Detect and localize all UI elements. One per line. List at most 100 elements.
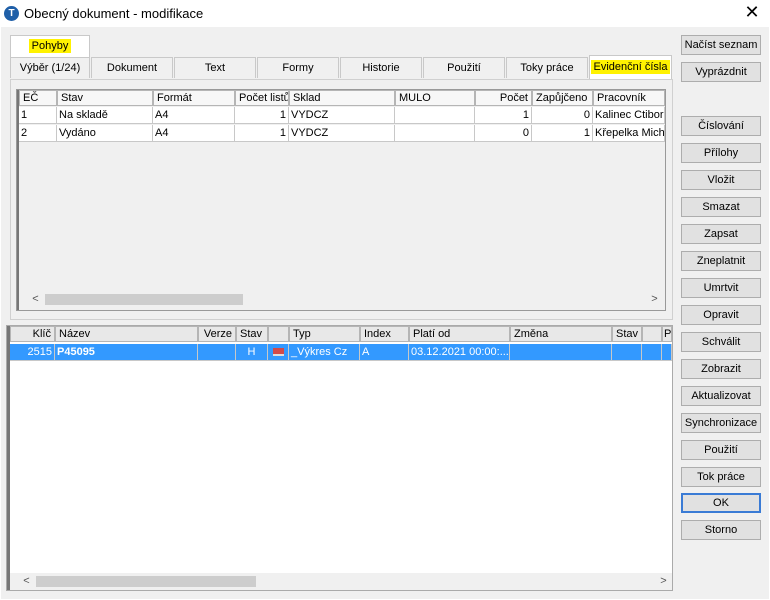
row2-format[interactable]: A4	[153, 125, 235, 142]
scroll-left-icon[interactable]: <	[27, 291, 44, 308]
upper-grid-hscrollbar[interactable]: < >	[19, 291, 665, 308]
scroll-thumb[interactable]	[45, 294, 243, 305]
lower-scroll-left-icon[interactable]: <	[18, 573, 35, 590]
zneplatnit-button[interactable]: Zneplatnit	[681, 251, 761, 271]
tab-evidencni-cisla[interactable]: Evidenční čísla	[589, 55, 672, 80]
tok-prace-button[interactable]: Tok práce	[681, 467, 761, 487]
row1-pracovnik[interactable]: Kalinec Ctibor	[593, 107, 665, 124]
prilohy-button[interactable]: Přílohy	[681, 143, 761, 163]
cislovani-button[interactable]: Číslování	[681, 116, 761, 136]
aktualizovat-button[interactable]: Aktualizovat	[681, 386, 761, 406]
lrow1-zmena[interactable]	[510, 344, 612, 361]
tab-toky-prace[interactable]: Toky práce	[506, 57, 588, 78]
row1-mulo[interactable]	[395, 107, 475, 124]
smazat-button[interactable]: Smazat	[681, 197, 761, 217]
app-icon: T	[4, 6, 19, 21]
lrow1-stav2[interactable]	[612, 344, 642, 361]
col-header-sklad[interactable]: Sklad	[289, 90, 395, 106]
row1-zapujceno[interactable]: 0	[532, 107, 593, 124]
title-bar: T Obecný dokument - modifikace ✕	[0, 0, 770, 27]
col-header-format[interactable]: Formát	[153, 90, 235, 106]
lrow1-verze[interactable]	[198, 344, 236, 361]
vlozit-button[interactable]: Vložit	[681, 170, 761, 190]
col-header-stav-doc[interactable]: Stav	[236, 326, 268, 342]
col-header-typ[interactable]: Typ	[289, 326, 360, 342]
col-header-pracovnik[interactable]: Pracovník	[593, 90, 665, 106]
close-icon[interactable]: ✕	[742, 2, 762, 23]
tab-formy[interactable]: Formy	[257, 57, 339, 78]
tab-vyber[interactable]: Výběr (1/24)	[10, 57, 90, 78]
row2-zapujceno[interactable]: 1	[532, 125, 593, 142]
lrow1-stav[interactable]: H	[236, 344, 268, 361]
lrow1-p[interactable]	[662, 344, 672, 361]
row1-pocet-listu[interactable]: 1	[235, 107, 289, 124]
row2-pocet[interactable]: 0	[475, 125, 532, 142]
col-header-ec[interactable]: EČ	[19, 90, 57, 106]
tab-evidencni-label: Evidenční čísla	[590, 60, 671, 74]
row1-format[interactable]: A4	[153, 107, 235, 124]
nacist-seznam-button[interactable]: Načíst seznam	[681, 35, 761, 55]
tab-dokument-label: Dokument	[106, 62, 158, 74]
synchronizace-button[interactable]: Synchronizace	[681, 413, 761, 433]
col-header-klic[interactable]: Klíč	[10, 326, 55, 342]
row2-sklad[interactable]: VYDCZ	[289, 125, 395, 142]
lrow1-plati-od[interactable]: 03.12.2021 00:00:...	[409, 344, 510, 361]
tab-pohyby-label: Pohyby	[28, 39, 72, 53]
tab-formy-label: Formy	[282, 62, 314, 74]
row1-ec[interactable]: 1	[19, 107, 57, 124]
lower-grid-hscrollbar[interactable]: < >	[10, 573, 672, 590]
tab-vyber-label: Výběr (1/24)	[19, 62, 81, 74]
tab-pouziti[interactable]: Použití	[423, 57, 505, 78]
scroll-right-icon[interactable]: >	[646, 291, 663, 308]
row2-mulo[interactable]	[395, 125, 475, 142]
col-header-verze[interactable]: Verze	[198, 326, 236, 342]
col-header-zapujceno[interactable]: Zapůjčeno	[532, 90, 593, 106]
tab-historie[interactable]: Historie	[340, 57, 422, 78]
ok-button[interactable]: OK	[681, 493, 761, 513]
tab-text[interactable]: Text	[174, 57, 256, 78]
col-header-plati-od[interactable]: Platí od	[409, 326, 510, 342]
col-header-stav[interactable]: Stav	[57, 90, 153, 106]
col-header-zmena[interactable]: Změna	[510, 326, 612, 342]
lrow1-klic[interactable]: 2515	[10, 344, 55, 361]
zobrazit-button[interactable]: Zobrazit	[681, 359, 761, 379]
col-header-stav2[interactable]: Stav	[612, 326, 642, 342]
col-header-index[interactable]: Index	[360, 326, 409, 342]
vyprazdnit-button[interactable]: Vyprázdnit	[681, 62, 761, 82]
opravit-button[interactable]: Opravit	[681, 305, 761, 325]
tab-dokument[interactable]: Dokument	[91, 57, 173, 78]
lrow1-index[interactable]: A	[360, 344, 409, 361]
tab-pohyby[interactable]: Pohyby	[10, 35, 90, 58]
storno-button[interactable]: Storno	[681, 520, 761, 540]
col-header-p[interactable]: P	[662, 326, 672, 342]
schvalit-button[interactable]: Schválit	[681, 332, 761, 352]
row1-sklad[interactable]: VYDCZ	[289, 107, 395, 124]
umrtvit-button[interactable]: Umrtvit	[681, 278, 761, 298]
zapsat-button[interactable]: Zapsat	[681, 224, 761, 244]
lrow1-typ[interactable]: _Výkres Cz	[289, 344, 360, 361]
lower-grid: Klíč Název Verze Stav Typ Index Platí od…	[6, 325, 673, 591]
tab-historie-label: Historie	[362, 62, 400, 74]
row1-pocet[interactable]: 1	[475, 107, 532, 124]
lower-scroll-thumb[interactable]	[36, 576, 256, 587]
col-header-nazev[interactable]: Název	[55, 326, 198, 342]
tab-text-label: Text	[204, 62, 226, 74]
tab-pouziti-label: Použití	[447, 62, 481, 74]
col-header-pocet[interactable]: Počet	[475, 90, 532, 106]
row2-ec[interactable]: 2	[19, 125, 57, 142]
window-title: Obecný dokument - modifikace	[24, 6, 204, 21]
row2-stav[interactable]: Vydáno	[57, 125, 153, 142]
row1-stav[interactable]: Na skladě	[57, 107, 153, 124]
lrow1-type-icon-cell[interactable]	[268, 344, 289, 361]
row2-pocet-listu[interactable]: 1	[235, 125, 289, 142]
col-header-mulo[interactable]: MULO	[395, 90, 475, 106]
col-header-pocet-listu[interactable]: Počet listů	[235, 90, 289, 106]
lrow1-nazev[interactable]: P45095	[55, 344, 198, 361]
col-header-blank[interactable]	[642, 326, 662, 342]
lrow1-blank[interactable]	[642, 344, 662, 361]
pouziti-button[interactable]: Použití	[681, 440, 761, 460]
lower-scroll-right-icon[interactable]: >	[655, 573, 672, 590]
row2-pracovnik[interactable]: Křepelka Micha	[593, 125, 665, 142]
col-header-icon[interactable]	[268, 326, 289, 342]
lower-grid-left-edge	[7, 326, 10, 590]
